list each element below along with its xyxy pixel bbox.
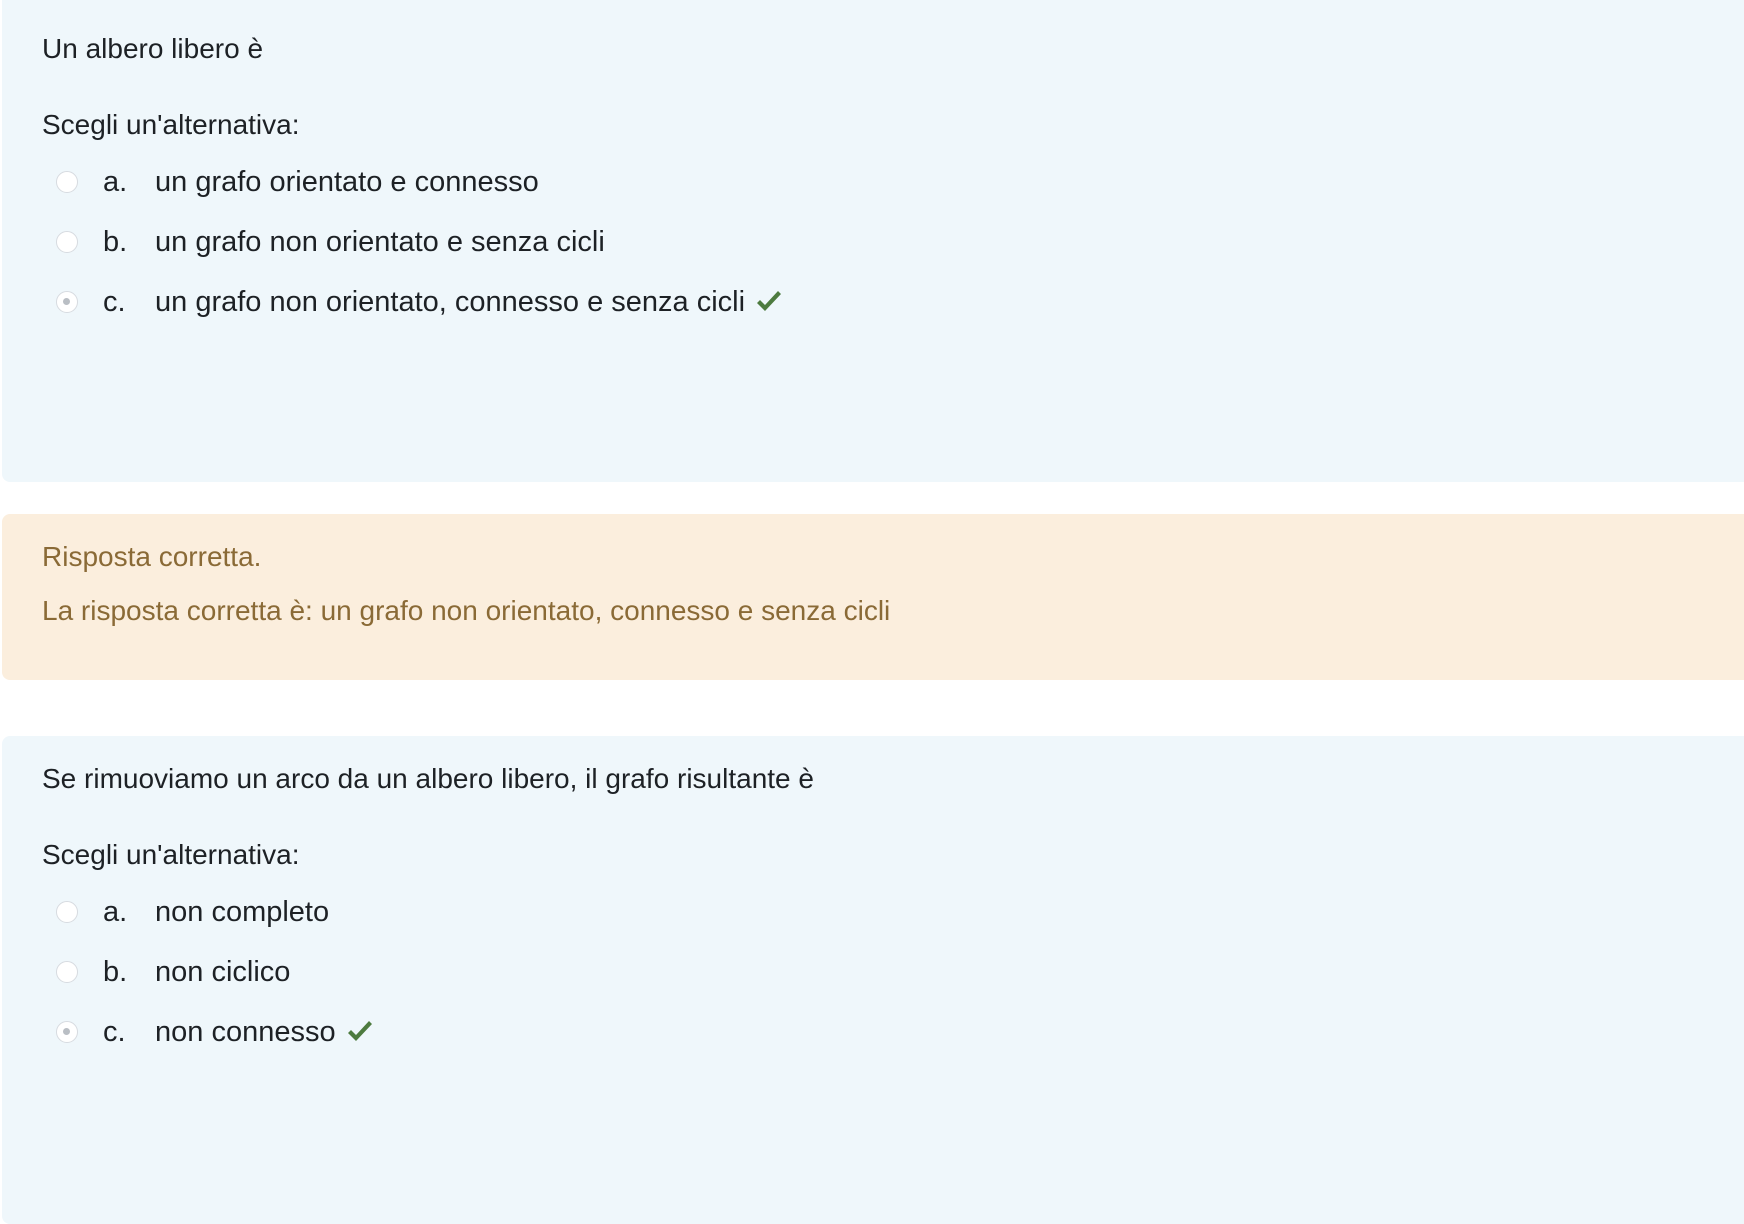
feedback-status: Risposta corretta. [42,541,262,572]
question-2-box: Se rimuoviamo un arco da un albero liber… [2,736,1744,1224]
answer-label: un grafo non orientato e senza cicli [155,225,605,258]
feedback-box: Risposta corretta. La risposta corretta … [2,514,1744,680]
radio-button-selected[interactable] [56,291,78,313]
question-2-text: Se rimuoviamo un arco da un albero liber… [42,763,814,794]
answer-letter: b. [103,955,128,988]
answer-label: un grafo orientato e connesso [155,165,539,198]
radio-button[interactable] [56,171,78,193]
checkmark-icon [347,1021,372,1041]
answer-label: non connesso [155,1015,336,1048]
question-2-answer-b[interactable]: b. non ciclico [56,952,290,992]
answer-letter: c. [103,285,126,318]
question-2-answer-c[interactable]: c. non connesso [56,1012,374,1052]
radio-button[interactable] [56,901,78,923]
answer-label: un grafo non orientato, connesso e senza… [155,285,746,318]
radio-button-selected[interactable] [56,1021,78,1043]
answer-letter: b. [103,225,128,258]
answer-letter: a. [103,895,128,928]
radio-button[interactable] [56,961,78,983]
question-2-answer-a[interactable]: a. non completo [56,892,329,932]
question-1-answer-b[interactable]: b. un grafo non orientato e senza cicli [56,222,605,262]
question-1-prompt: Scegli un'alternativa: [42,109,300,140]
question-1-answer-a[interactable]: a. un grafo orientato e connesso [56,162,539,202]
answer-letter: c. [103,1015,126,1048]
question-1-answer-c[interactable]: c. un grafo non orientato, connesso e se… [56,282,783,322]
question-2-prompt: Scegli un'alternativa: [42,839,300,870]
question-1-text: Un albero libero è [42,33,264,64]
radio-button[interactable] [56,231,78,253]
answer-label: non ciclico [155,955,291,988]
feedback-right-answer: La risposta corretta è: un grafo non ori… [42,595,891,626]
question-1-box: Un albero libero è Scegli un'alternativa… [2,0,1744,482]
answer-letter: a. [103,165,128,198]
answer-label: non completo [155,895,330,928]
checkmark-icon [757,291,782,311]
